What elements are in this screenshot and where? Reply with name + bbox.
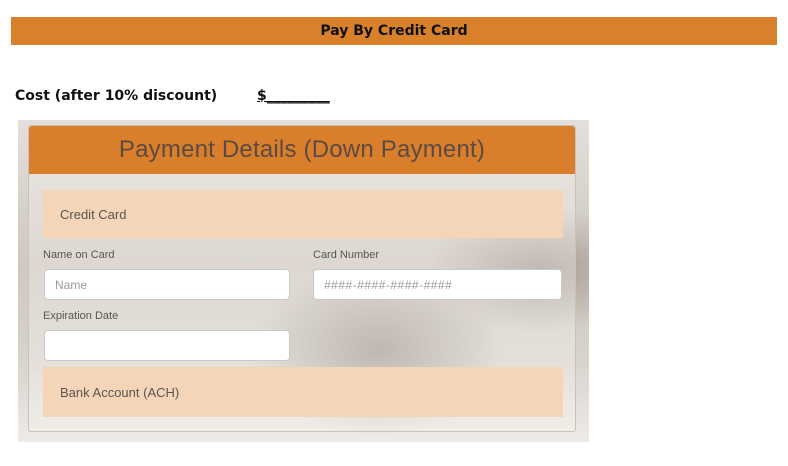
expiration-date-input[interactable] xyxy=(44,330,290,361)
expiration-date-label: Expiration Date xyxy=(43,310,119,322)
card-number-input[interactable] xyxy=(313,269,562,300)
payment-form-header: Payment Details (Down Payment) xyxy=(29,126,575,174)
page-header-bar: Pay By Credit Card xyxy=(11,17,777,45)
card-number-label: Card Number xyxy=(313,249,380,261)
bank-account-section-tab[interactable]: Bank Account (ACH) xyxy=(43,367,563,417)
payment-form-card: Payment Details (Down Payment) Credit Ca… xyxy=(28,125,576,432)
name-on-card-input[interactable] xyxy=(44,269,290,300)
payment-form-background: Payment Details (Down Payment) Credit Ca… xyxy=(18,120,589,442)
payment-form-title: Payment Details (Down Payment) xyxy=(118,136,486,163)
cost-row: Cost (after 10% discount) $_________ xyxy=(15,86,330,106)
name-on-card-label: Name on Card xyxy=(43,249,115,261)
credit-card-section-tab[interactable]: Credit Card xyxy=(43,190,563,238)
cost-label: Cost (after 10% discount) xyxy=(15,88,218,104)
cost-value: $_________ xyxy=(257,88,330,104)
page-title: Pay By Credit Card xyxy=(320,23,468,39)
